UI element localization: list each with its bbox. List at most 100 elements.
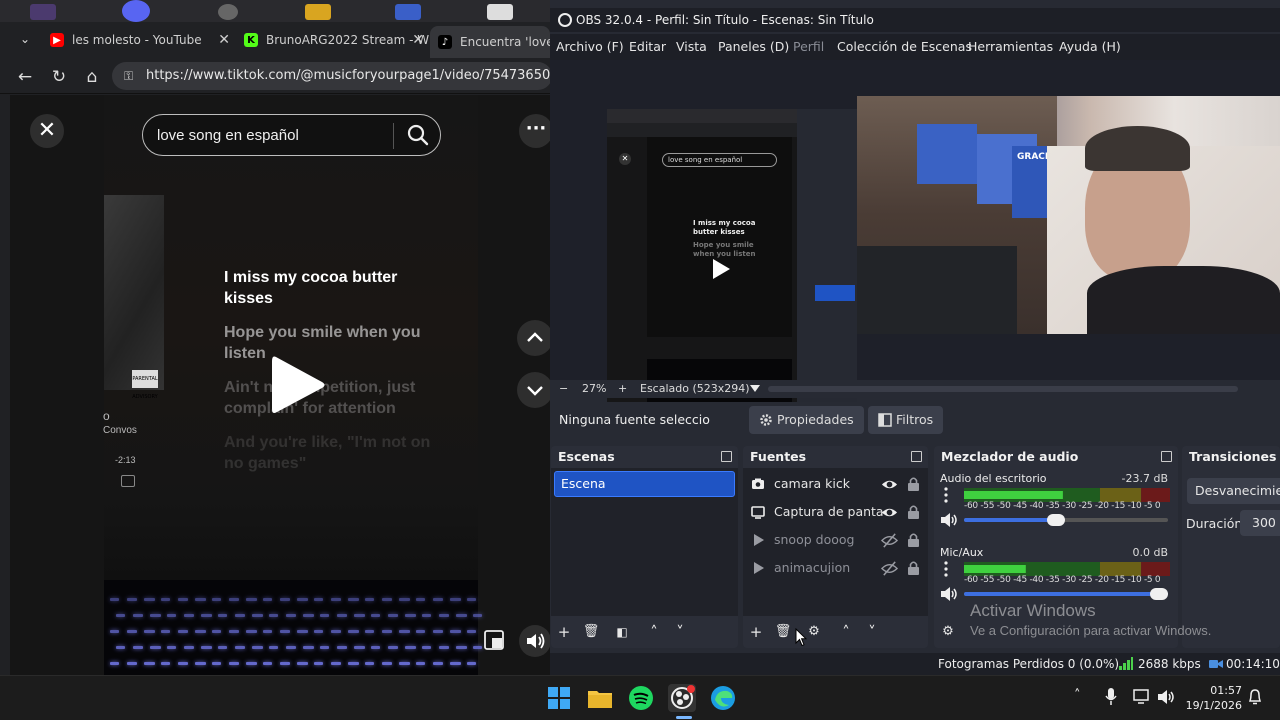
lock-icon[interactable] [907, 476, 920, 491]
edge-browser-icon[interactable] [709, 684, 737, 712]
clock-date: 19/1/2026 [1185, 699, 1242, 712]
menu-editar[interactable]: Editar [629, 34, 666, 60]
zoom-out-button[interactable]: − [559, 380, 568, 398]
signal-strength-icon [1119, 657, 1133, 670]
site-info-icon[interactable]: ⚿ [124, 62, 133, 90]
kebab-menu-icon[interactable] [944, 487, 948, 503]
lock-icon[interactable] [907, 560, 920, 575]
desktop-icons-strip [0, 0, 550, 22]
tray-chevron-up-icon[interactable]: ˄ [1074, 688, 1081, 703]
eye-icon[interactable] [881, 504, 898, 521]
reload-icon[interactable]: ↻ [48, 66, 70, 88]
menu-perfil[interactable]: Perfil [793, 34, 824, 60]
app-shortcut-icon-2[interactable] [487, 4, 513, 20]
menu-herramientas[interactable]: Herramientas [968, 34, 1053, 60]
slider-handle[interactable] [1046, 514, 1065, 526]
volume-slider[interactable] [964, 514, 1168, 526]
filters-button[interactable]: Filtros [868, 406, 944, 434]
volume-icon[interactable] [1157, 689, 1175, 705]
microphone-icon[interactable] [1105, 688, 1117, 706]
search-icon[interactable] [406, 123, 430, 147]
discord-icon[interactable] [122, 0, 150, 22]
menu-ayuda[interactable]: Ayuda (H) [1059, 34, 1121, 60]
zoom-in-button[interactable]: + [618, 380, 627, 398]
volume-slider[interactable] [964, 588, 1168, 600]
undock-icon[interactable] [1161, 451, 1172, 462]
move-down-icon[interactable]: ˅ [862, 622, 882, 642]
speaker-icon[interactable] [940, 512, 958, 528]
scaling-dropdown-icon[interactable] [750, 385, 760, 393]
move-up-icon[interactable]: ˄ [644, 622, 664, 642]
meter-zone [1099, 562, 1142, 576]
desktop-shortcut-icon[interactable] [30, 4, 56, 20]
app-shortcut-icon[interactable] [218, 4, 238, 20]
menu-vista[interactable]: Vista [676, 34, 707, 60]
source-item[interactable]: snoop dooog [751, 528, 927, 552]
close-tab-icon[interactable]: ✕ [412, 32, 424, 48]
menu-paneles[interactable]: Paneles (D) [718, 34, 789, 60]
url-field[interactable]: ⚿ https://www.tiktok.com/@musicforyourpa… [112, 62, 550, 90]
source-item[interactable]: Captura de pantal [751, 500, 927, 524]
obs-taskbar-icon[interactable] [668, 684, 696, 712]
spotify-icon[interactable] [627, 684, 655, 712]
undock-icon[interactable] [911, 451, 922, 462]
source-item[interactable]: animacujion [751, 556, 927, 580]
home-icon[interactable]: ⌂ [81, 66, 103, 88]
advanced-audio-gear-icon[interactable]: ⚙ [938, 622, 958, 642]
folder-shortcut-icon[interactable] [305, 4, 331, 20]
close-video-button[interactable]: ✕ [30, 114, 64, 148]
tab-youtube[interactable]: ▶ les molesto - YouTube ✕ [42, 26, 236, 54]
properties-button[interactable]: Propiedades [749, 406, 864, 434]
more-options-button[interactable]: ··· [519, 114, 550, 148]
lock-icon[interactable] [907, 504, 920, 519]
sources-list: camara kick Captura de pantal snoop dooo… [743, 468, 928, 616]
network-icon[interactable] [1133, 689, 1151, 705]
tab-kick[interactable]: K BrunoARG2022 Stream - W ✕ [236, 26, 430, 54]
scene-item-escena[interactable]: Escena [554, 471, 735, 497]
comment-icon[interactable] [121, 475, 135, 487]
seat-light [144, 630, 155, 633]
speaker-icon[interactable] [940, 586, 958, 602]
seat-light [337, 614, 347, 617]
duration-field[interactable]: 300 m [1240, 510, 1280, 536]
back-arrow-icon[interactable]: ← [14, 66, 36, 88]
scene-filters-icon[interactable]: ◧ [612, 622, 632, 642]
menu-archivo[interactable]: Archivo (F) [556, 34, 624, 60]
eye-icon[interactable] [881, 476, 898, 493]
slider-handle[interactable] [1150, 588, 1168, 600]
eye-slash-icon[interactable] [881, 532, 898, 549]
play-icon[interactable] [268, 353, 328, 417]
add-source-icon[interactable]: + [746, 622, 766, 642]
seat-light [178, 630, 188, 633]
tab-tiktok[interactable]: ♪ Encuentra 'love so [430, 26, 550, 58]
menu-coleccion-escenas[interactable]: Colección de Escenas [837, 34, 972, 60]
add-scene-icon[interactable]: + [554, 622, 574, 642]
trash-icon[interactable]: 🗑 [773, 622, 793, 642]
word-shortcut-icon[interactable] [395, 4, 421, 20]
move-down-icon[interactable]: ˅ [670, 622, 690, 642]
previous-video-button[interactable] [517, 320, 550, 356]
lock-icon[interactable] [907, 532, 920, 547]
seat-light [246, 630, 257, 633]
preview-scrollbar[interactable] [768, 386, 1238, 392]
volume-button[interactable] [519, 625, 550, 657]
search-input[interactable] [157, 123, 387, 147]
eye-slash-icon[interactable] [881, 560, 898, 577]
picture-in-picture-icon[interactable] [480, 625, 510, 655]
tab-list-chevron-icon[interactable]: ⌄ [14, 28, 36, 50]
file-explorer-icon[interactable] [586, 684, 614, 712]
move-up-icon[interactable]: ˄ [836, 622, 856, 642]
program-preview[interactable]: ✕ love song en español I miss my cocoa b… [550, 60, 1280, 429]
close-tab-icon[interactable]: ✕ [218, 32, 230, 48]
undock-icon[interactable] [721, 451, 732, 462]
windows-start-icon[interactable] [545, 684, 573, 712]
transition-select[interactable]: Desvanecimient [1187, 478, 1280, 504]
next-video-button[interactable] [517, 372, 550, 408]
seat-light [365, 662, 374, 665]
gear-icon[interactable]: ⚙ [804, 622, 824, 642]
kebab-menu-icon[interactable] [944, 561, 948, 577]
notification-bell-icon[interactable] [1248, 689, 1262, 705]
clock[interactable]: 01:57 19/1/2026 [1184, 683, 1242, 713]
source-item[interactable]: camara kick [751, 472, 927, 496]
trash-icon[interactable]: 🗑 [581, 622, 601, 642]
